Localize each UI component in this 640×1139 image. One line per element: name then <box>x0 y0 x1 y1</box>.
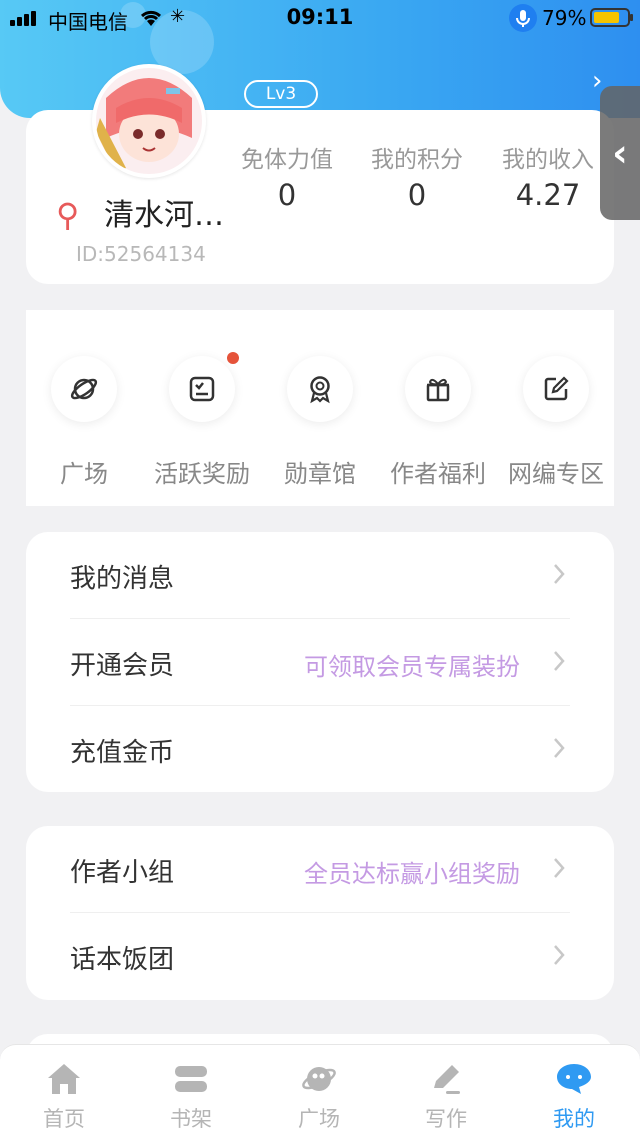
quick-action-author-benefits[interactable]: 作者福利 <box>373 356 503 489</box>
bookshelf-icon <box>141 1059 241 1099</box>
checklist-icon <box>169 352 239 422</box>
battery-percentage: 79% <box>542 6 587 30</box>
menu-row-label: 充值金币 <box>70 738 175 768</box>
chevron-right-icon <box>552 562 566 590</box>
chevron-right-icon <box>552 649 566 677</box>
menu-row-membership[interactable]: 开通会员 可领取会员专属装扮 <box>26 619 614 706</box>
microphone-icon <box>509 4 537 32</box>
stat-stamina[interactable]: 免体力值 0 <box>227 140 347 212</box>
chevron-right-icon <box>552 856 566 884</box>
quick-action-label: 活跃奖励 <box>154 460 250 488</box>
quick-action-plaza[interactable]: 广场 <box>19 356 149 489</box>
quick-action-medal-hall[interactable]: 勋章馆 <box>255 356 385 489</box>
menu-row-hint: 可领取会员专属装扮 <box>304 653 520 681</box>
chevron-left-icon: ‹ <box>612 131 628 175</box>
quick-action-label: 网编专区 <box>508 460 604 488</box>
chevron-right-icon <box>552 736 566 764</box>
stat-value: 4.27 <box>515 178 581 212</box>
stat-value: 0 <box>277 178 297 212</box>
stat-points[interactable]: 我的积分 0 <box>357 140 477 212</box>
tab-plaza[interactable]: 广场 <box>269 1059 369 1133</box>
bottom-tab-bar: 首页 书架 广场 写作 我的 <box>0 1044 640 1139</box>
tab-label: 广场 <box>298 1107 340 1131</box>
female-gender-icon: ⚲ <box>56 196 80 234</box>
user-id: ID:52564134 <box>76 242 206 266</box>
menu-row-label: 我的消息 <box>70 564 175 594</box>
tab-label: 我的 <box>553 1107 595 1131</box>
menu-card-community: 作者小组 全员达标赢小组奖励 话本饭团 <box>26 826 614 1000</box>
tab-label: 写作 <box>425 1107 467 1131</box>
avatar[interactable] <box>92 64 206 178</box>
pen-icon <box>396 1059 496 1099</box>
quick-action-editor-zone[interactable]: 网编专区 <box>491 356 621 489</box>
side-drawer-tab[interactable]: ‹ <box>600 86 640 220</box>
quick-action-activity-rewards[interactable]: 活跃奖励 <box>137 352 267 489</box>
menu-row-messages[interactable]: 我的消息 <box>26 532 614 619</box>
chat-bubble-icon <box>524 1059 624 1099</box>
tab-bookshelf[interactable]: 书架 <box>141 1059 241 1133</box>
menu-row-label: 话本饭团 <box>70 945 175 975</box>
menu-row-label: 作者小组 <box>70 858 175 888</box>
username: 清水河… <box>104 198 224 233</box>
stat-value: 0 <box>407 178 427 212</box>
status-bar: 中国电信 ✳ 09:11 79% <box>0 0 640 36</box>
tab-label: 书架 <box>170 1107 212 1131</box>
quick-action-label: 广场 <box>60 460 108 488</box>
quick-action-label: 作者福利 <box>390 460 486 488</box>
menu-row-hint: 全员达标赢小组奖励 <box>304 860 520 888</box>
home-icon <box>14 1059 114 1099</box>
chevron-right-icon <box>552 943 566 971</box>
edit-icon <box>523 356 589 422</box>
quick-action-label: 勋章馆 <box>284 460 356 488</box>
planet-icon <box>269 1059 369 1099</box>
tab-write[interactable]: 写作 <box>396 1059 496 1133</box>
stat-label: 我的收入 <box>502 147 594 173</box>
planet-icon <box>51 356 117 422</box>
notification-dot <box>227 352 239 364</box>
menu-row-recharge[interactable]: 充值金币 <box>26 706 614 793</box>
battery-icon <box>590 8 633 27</box>
tab-home[interactable]: 首页 <box>14 1059 114 1133</box>
stat-label: 我的积分 <box>371 147 463 173</box>
gift-icon <box>405 356 471 422</box>
menu-row-author-group[interactable]: 作者小组 全员达标赢小组奖励 <box>26 826 614 913</box>
menu-row-label: 开通会员 <box>70 651 175 681</box>
tab-label: 首页 <box>43 1107 85 1131</box>
menu-card-account: 我的消息 开通会员 可领取会员专属装扮 充值金币 <box>26 532 614 792</box>
menu-row-story-club[interactable]: 话本饭团 <box>26 913 614 1000</box>
tab-me[interactable]: 我的 <box>524 1059 624 1133</box>
level-badge: Lv3 <box>244 80 318 108</box>
medal-icon <box>287 356 353 422</box>
stat-label: 免体力值 <box>241 147 333 173</box>
stat-income[interactable]: 我的收入 4.27 <box>488 140 608 212</box>
